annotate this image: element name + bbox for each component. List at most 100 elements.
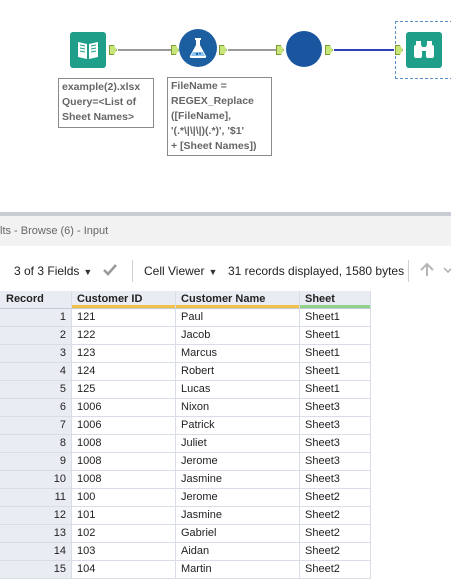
customer-id-cell[interactable]: 103	[72, 543, 176, 561]
input-data-tool[interactable]	[70, 32, 106, 68]
table-row[interactable]: 15 104 Martin Sheet2	[0, 561, 372, 579]
connector-line[interactable]	[228, 49, 276, 51]
chevron-down-icon[interactable]	[443, 261, 451, 279]
column-header-customer-name[interactable]: Customer Name	[176, 291, 300, 309]
sheet-cell[interactable]: Sheet2	[300, 507, 371, 525]
select-output-anchor[interactable]	[325, 45, 333, 55]
customer-id-cell[interactable]: 101	[72, 507, 176, 525]
sheet-cell[interactable]: Sheet2	[300, 543, 371, 561]
connector-line[interactable]	[118, 49, 176, 51]
customer-id-cell[interactable]: 1008	[72, 453, 176, 471]
formula-tool[interactable]	[179, 29, 217, 67]
table-row[interactable]: 2 122 Jacob Sheet1	[0, 327, 372, 345]
customer-name-cell[interactable]: Jerome	[176, 453, 300, 471]
customer-name-cell[interactable]: Martin	[176, 561, 300, 579]
sheet-cell[interactable]: Sheet3	[300, 435, 371, 453]
sheet-cell[interactable]: Sheet2	[300, 561, 371, 579]
record-cell[interactable]: 9	[0, 453, 72, 471]
formula-tool-annotation: FileName = REGEX_Replace ([FileName], '(…	[167, 77, 272, 156]
record-cell[interactable]: 15	[0, 561, 72, 579]
sheet-cell[interactable]: Sheet2	[300, 525, 371, 543]
table-row[interactable]: 7 1006 Patrick Sheet3	[0, 417, 372, 435]
table-row[interactable]: 11 100 Jerome Sheet2	[0, 489, 372, 507]
sheet-cell[interactable]: Sheet3	[300, 471, 371, 489]
table-row[interactable]: 8 1008 Juliet Sheet3	[0, 435, 372, 453]
customer-name-cell[interactable]: Gabriel	[176, 525, 300, 543]
record-cell[interactable]: 7	[0, 417, 72, 435]
sheet-cell[interactable]: Sheet1	[300, 363, 371, 381]
check-icon[interactable]	[101, 261, 119, 279]
input-output-anchor[interactable]	[109, 45, 117, 55]
annotation-line: example(2).xlsx	[62, 81, 141, 93]
sheet-cell[interactable]: Sheet1	[300, 327, 371, 345]
customer-name-cell[interactable]: Aidan	[176, 543, 300, 561]
customer-id-cell[interactable]: 1006	[72, 417, 176, 435]
table-row[interactable]: 4 124 Robert Sheet1	[0, 363, 372, 381]
connector-line-selected[interactable]	[334, 49, 394, 51]
record-cell[interactable]: 13	[0, 525, 72, 543]
browse-tool[interactable]	[406, 32, 442, 68]
record-cell[interactable]: 2	[0, 327, 72, 345]
cell-viewer-dropdown[interactable]: Cell Viewer ▼	[144, 262, 217, 280]
customer-name-cell[interactable]: Jacob	[176, 327, 300, 345]
customer-name-cell[interactable]: Juliet	[176, 435, 300, 453]
sheet-cell[interactable]: Sheet1	[300, 381, 371, 399]
table-row[interactable]: 9 1008 Jerome Sheet3	[0, 453, 372, 471]
record-cell[interactable]: 10	[0, 471, 72, 489]
fields-dropdown[interactable]: 3 of 3 Fields ▼	[14, 262, 92, 280]
table-row[interactable]: 12 101 Jasmine Sheet2	[0, 507, 372, 525]
table-row[interactable]: 13 102 Gabriel Sheet2	[0, 525, 372, 543]
customer-id-cell[interactable]: 1006	[72, 399, 176, 417]
customer-id-cell[interactable]: 121	[72, 309, 176, 327]
customer-name-cell[interactable]: Lucas	[176, 381, 300, 399]
customer-name-cell[interactable]: Jerome	[176, 489, 300, 507]
formula-output-anchor[interactable]	[219, 45, 227, 55]
record-cell[interactable]: 14	[0, 543, 72, 561]
customer-id-cell[interactable]: 122	[72, 327, 176, 345]
customer-name-cell[interactable]: Marcus	[176, 345, 300, 363]
record-cell[interactable]: 8	[0, 435, 72, 453]
record-cell[interactable]: 4	[0, 363, 72, 381]
table-row[interactable]: 6 1006 Nixon Sheet3	[0, 399, 372, 417]
customer-name-cell[interactable]: Paul	[176, 309, 300, 327]
sheet-cell[interactable]: Sheet1	[300, 345, 371, 363]
table-row[interactable]: 1 121 Paul Sheet1	[0, 309, 372, 327]
customer-name-cell[interactable]: Jasmine	[176, 507, 300, 525]
customer-name-cell[interactable]: Patrick	[176, 417, 300, 435]
column-header-customer-id[interactable]: Customer ID	[72, 291, 176, 309]
table-row[interactable]: 14 103 Aidan Sheet2	[0, 543, 372, 561]
customer-id-cell[interactable]: 123	[72, 345, 176, 363]
customer-name-cell[interactable]: Nixon	[176, 399, 300, 417]
customer-name-cell[interactable]: Robert	[176, 363, 300, 381]
customer-id-cell[interactable]: 100	[72, 489, 176, 507]
workflow-canvas[interactable]: example(2).xlsx Query=<List of Sheet Nam…	[0, 0, 451, 212]
column-header-sheet[interactable]: Sheet	[300, 291, 371, 309]
arrow-up-icon[interactable]	[418, 261, 436, 279]
sheet-cell[interactable]: Sheet3	[300, 417, 371, 435]
column-header-record[interactable]: Record	[0, 291, 72, 309]
sheet-cell[interactable]: Sheet2	[300, 489, 371, 507]
record-cell[interactable]: 1	[0, 309, 72, 327]
customer-name-cell[interactable]: Jasmine	[176, 471, 300, 489]
table-row[interactable]: 3 123 Marcus Sheet1	[0, 345, 372, 363]
table-row[interactable]: 5 125 Lucas Sheet1	[0, 381, 372, 399]
record-cell[interactable]: 6	[0, 399, 72, 417]
sheet-cell[interactable]: Sheet3	[300, 453, 371, 471]
record-cell[interactable]: 11	[0, 489, 72, 507]
sheet-cell[interactable]: Sheet1	[300, 309, 371, 327]
record-cell[interactable]: 3	[0, 345, 72, 363]
select-input-anchor[interactable]	[276, 45, 284, 55]
record-cell[interactable]: 5	[0, 381, 72, 399]
customer-id-cell[interactable]: 104	[72, 561, 176, 579]
customer-id-cell[interactable]: 1008	[72, 435, 176, 453]
customer-id-cell[interactable]: 125	[72, 381, 176, 399]
customer-id-cell[interactable]: 1008	[72, 471, 176, 489]
customer-id-cell[interactable]: 102	[72, 525, 176, 543]
select-tool[interactable]	[286, 31, 322, 67]
table-row[interactable]: 10 1008 Jasmine Sheet3	[0, 471, 372, 489]
fields-label: 3 of 3 Fields	[14, 264, 80, 278]
customer-id-cell[interactable]: 124	[72, 363, 176, 381]
sheet-cell[interactable]: Sheet3	[300, 399, 371, 417]
record-cell[interactable]: 12	[0, 507, 72, 525]
formula-input-anchor[interactable]	[171, 45, 179, 55]
